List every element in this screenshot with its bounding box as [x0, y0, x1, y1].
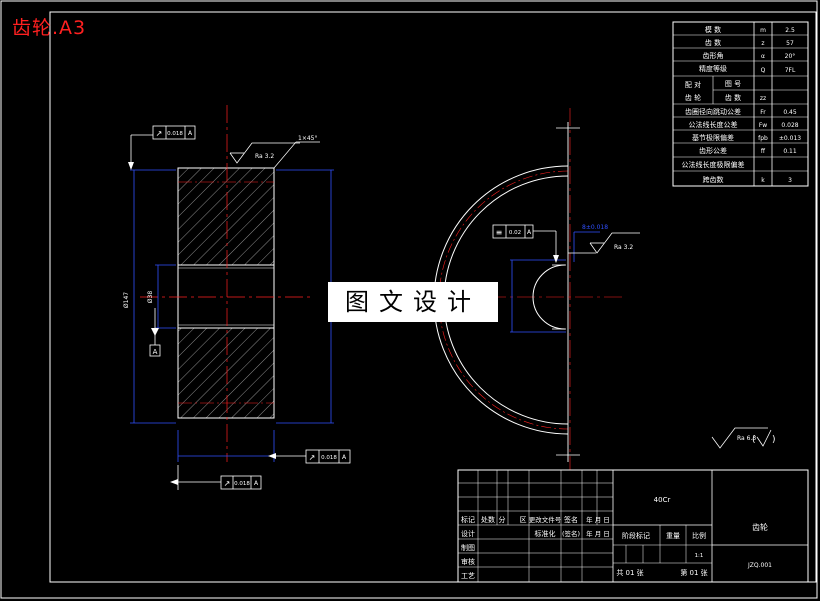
param-sym-3: Q	[761, 67, 766, 74]
param-sym-6: Fr	[760, 109, 766, 116]
param-name-4: 配 对	[685, 80, 701, 89]
param-name-5: 齿 轮	[685, 93, 701, 102]
tb-biaoji: 标记	[461, 515, 475, 524]
tol-runout-top: 0.018	[167, 131, 183, 137]
tb-bili: 比例	[692, 531, 706, 540]
runout-symbol-top: ↗	[156, 129, 163, 138]
tol-sym-label: 0.02	[509, 230, 521, 236]
param-val-7: 0.028	[781, 122, 798, 129]
param-sym-9: ff	[761, 148, 766, 155]
tb-sheji: 设计	[461, 529, 475, 538]
tb-chushu: 处数	[481, 515, 495, 524]
param-sym-8: fpb	[758, 135, 768, 142]
tol-runout-bottom2-datum: A	[254, 480, 259, 487]
pair-z: zz	[760, 95, 766, 102]
tb-biaozhunhua: 标准化	[535, 529, 556, 538]
dim-od-label: Ø147	[123, 292, 130, 308]
tol-runout-bottom2: 0.018	[234, 481, 250, 487]
tb-zhitu: 制图	[461, 543, 475, 552]
keyway-dim-label: 8±0.018	[582, 224, 608, 231]
param-name-0: 模 数	[705, 25, 721, 34]
bore	[177, 264, 275, 329]
pair-tuhao: 图 号	[725, 80, 741, 88]
ra-left-label: Ra 3.2	[255, 153, 274, 160]
tb-qianming2: (签名)	[562, 529, 580, 538]
file-title: 齿轮.A3	[12, 17, 87, 39]
param-name-7: 公法线长度公差	[689, 120, 738, 129]
gear-parameter-table: 模 数 m 2.5 齿 数 z 57 齿形角 α 20° 精度等级 Q 7FL …	[672, 21, 809, 187]
tb-drawing-no: JZQ.001	[747, 562, 772, 569]
param-val-0: 2.5	[785, 27, 795, 34]
tb-fenqu: 分	[499, 515, 506, 524]
param-name-3: 精度等级	[699, 64, 727, 73]
tol-runout-bottom1-datum: A	[342, 454, 347, 461]
param-name-9: 齿形公差	[699, 146, 727, 155]
tb-zhongliang: 重量	[666, 532, 680, 540]
tol-runout-top-datum: A	[188, 130, 193, 137]
param-name-11: 跨齿数	[703, 175, 724, 184]
param-sym-2: α	[761, 53, 765, 60]
tb-sheets: 共 01 张	[616, 568, 643, 577]
hatch-upper	[177, 167, 275, 266]
title-block: 标记 处数 分 区 更改文件号 签名 年 月 日 设计 标准化 (签名) 年 月…	[457, 469, 809, 583]
param-name-10: 公法线长度极限偏差	[682, 160, 745, 169]
tb-qu: 区	[520, 516, 527, 524]
dim-bore-label: Ø38	[147, 291, 154, 304]
tol-runout-bottom1: 0.018	[321, 455, 337, 461]
tb-gengai: 更改文件号	[529, 515, 562, 524]
tol-sym-datum: A	[527, 229, 532, 236]
param-val-2: 20°	[785, 53, 796, 60]
param-sym-11: k	[761, 177, 765, 184]
svg-text:(: (	[752, 435, 756, 445]
param-name-2: 齿形角	[703, 51, 724, 60]
param-val-3: 7FL	[785, 67, 796, 74]
param-val-6: 0.45	[783, 109, 797, 116]
param-name-1: 齿 数	[705, 38, 721, 47]
general-roughness: Ra 6.3 ( )	[711, 427, 776, 449]
datum-a-label: A	[153, 348, 158, 356]
hatch-lower	[177, 327, 275, 419]
param-name-8: 基节极限偏差	[692, 133, 734, 142]
tb-gongyi: 工艺	[461, 572, 475, 580]
param-sym-1: z	[761, 40, 764, 47]
tb-shenhe: 审核	[461, 557, 475, 566]
tb-material: 40Cr	[654, 496, 671, 504]
tb-scale: 1:1	[695, 553, 704, 559]
pair-chishu: 齿 数	[725, 93, 741, 102]
param-val-8: ±0.013	[779, 135, 801, 142]
param-val-9: 0.11	[783, 148, 797, 155]
front-section-view: Ø147 Ø38 ↗ 0.018 A Ra 3.2 1×45° A ↗ 0.01…	[123, 105, 351, 490]
chamfer-label: 1×45°	[298, 135, 317, 142]
ra-right-label: Ra 3.2	[614, 244, 633, 251]
runout-symbol-bottom2: ↗	[224, 479, 231, 488]
tb-part-name: 齿轮	[752, 522, 768, 532]
svg-text:): )	[772, 435, 776, 445]
param-sym-7: Fw	[759, 122, 767, 129]
watermark: 图文设计	[328, 282, 498, 322]
param-val-11: 3	[788, 177, 792, 184]
tb-qianming: 签名	[564, 515, 578, 524]
param-val-1: 57	[786, 40, 794, 47]
symmetry-symbol: ≡	[496, 228, 503, 237]
tb-nianyueri: 年 月 日	[586, 515, 610, 524]
param-sym-0: m	[760, 27, 766, 34]
tb-jieduan: 阶段标记	[622, 531, 650, 540]
tb-sheet-no: 第 01 张	[680, 568, 707, 577]
param-name-6: 齿圈径向跳动公差	[685, 107, 741, 116]
tb-nianyueri2: 年 月 日	[586, 529, 610, 538]
runout-symbol-bottom1: ↗	[309, 453, 316, 462]
